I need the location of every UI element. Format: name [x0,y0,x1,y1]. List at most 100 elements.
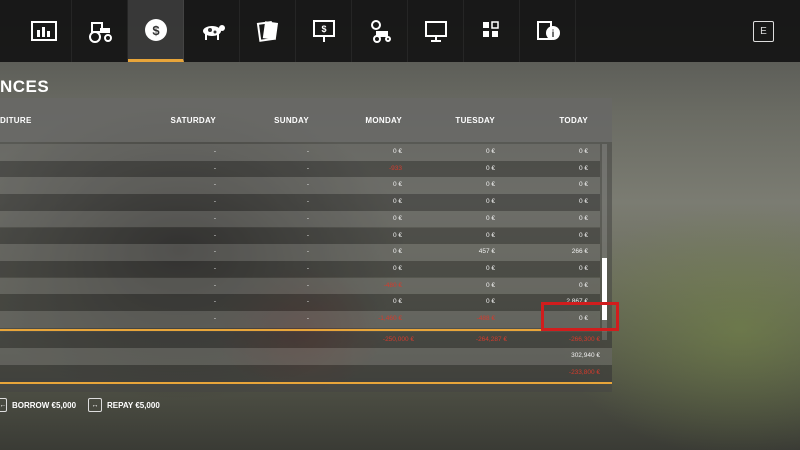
cell-tuesday: 457 € [478,248,495,256]
cell-saturday: - [213,148,216,155]
table-row: - - 0 € 0 € 0 € [0,210,600,228]
tab-help[interactable]: i [520,0,576,62]
cell-monday: 0 € [392,298,402,306]
cell-tuesday: 0 € [485,181,495,189]
borrow-label: BORROW €5,000 [12,400,77,410]
cell-saturday: - [213,214,216,222]
cell-saturday: - [213,198,216,206]
page-title: NCES [0,77,50,96]
tab-production[interactable] [464,0,520,62]
finances-panel: DITURE SATURDAY SUNDAY MONDAY TUESDAY TO… [0,98,612,392]
cell-tuesday: 0 € [485,214,495,222]
repay-button[interactable]: ↔ REPAY €5,000 [88,398,160,412]
repay-label: REPAY €5,000 [107,400,160,410]
price-board-icon: $ [312,20,335,42]
cell-tuesday: 0 € [485,264,495,272]
totals-separator [0,328,612,331]
tab-vehicle-settings[interactable] [352,0,408,62]
table-row: - - -1,460 € -488 €0 € [0,311,600,328]
top-navigation-bar: $ $ i E [0,0,800,62]
borrow-button[interactable]: ← BORROW €5,000 [0,398,76,412]
total-today: -233,800 € [568,369,600,377]
table-row: - - 0 € 457 € 266 € [0,244,600,261]
cell-sunday: - [306,181,309,189]
svg-text:i: i [551,29,554,40]
production-icon [482,21,499,37]
statistics-icon [30,21,57,41]
table-row: - - 0 € 0 € 0 € [0,144,600,161]
tab-prices[interactable]: $ [296,0,352,62]
highlight-box [541,302,619,331]
cell-tuesday: 0 € [485,281,495,289]
cell-sunday: - [306,264,309,272]
table-row: - - 0 € 0 € 0 € [0,227,600,245]
cell-tuesday: 0 € [485,198,495,206]
cell-today: 0 € [578,181,588,189]
table-row: --0 €0 €2,867 € [0,294,600,311]
cell-saturday: - [213,281,216,289]
cell-tuesday: 0 € [485,231,495,239]
vehicle-settings-icon [370,20,391,43]
cell-saturday: - [213,164,216,172]
computer-icon [424,21,447,42]
cell-today: 0 € [578,231,588,239]
column-today: TODAY [559,116,588,125]
cell-monday: 0 € [392,264,402,272]
cell-tuesday: 0 € [485,164,495,172]
cell-saturday: - [213,248,216,256]
svg-text:$: $ [152,23,160,38]
tab-animals[interactable] [184,0,240,62]
cell-monday: 0 € [392,198,402,206]
cell-sunday: - [306,315,309,322]
cell-saturday: - [213,298,216,306]
cell-monday: 0 € [392,181,402,189]
cell-monday: 0 € [392,231,402,239]
cell-sunday: - [306,248,309,256]
cell-monday: 0 € [392,248,402,256]
table-row: - - 0 € 0 € 0 € [0,194,600,211]
cell-today: 0 € [578,198,588,206]
total-today: -266,300 € [568,335,600,343]
table-row: - - -480 € 0 € 0 € [0,277,600,295]
cell-sunday: - [306,164,309,172]
total-today: 302,940 € [571,352,600,360]
table-row: - - -933 0 € 0 € [0,160,600,178]
cell-today: 0 € [578,164,588,172]
cell-tuesday: 0 € [485,148,495,155]
tractor-icon [88,22,112,43]
svg-text:$: $ [321,24,326,34]
cell-today: 0 € [578,214,588,222]
cell-monday: -480 € [383,281,402,289]
cell-today: 266 € [571,248,588,256]
column-monday: MONDAY [365,116,402,125]
cow-icon [202,25,225,40]
contracts-icon [256,20,278,42]
tab-finances[interactable]: $ [128,0,184,62]
tab-contracts[interactable] [240,0,296,62]
tab-computer[interactable] [408,0,464,62]
cell-tuesday: -488 € [476,315,495,322]
cell-monday: 0 € [392,148,402,155]
table-header: DITURE SATURDAY SUNDAY MONDAY TUESDAY TO… [0,98,612,142]
cell-monday: -1,460 € [378,315,402,322]
tab-statistics[interactable] [16,0,72,62]
totals-row: -250,000 € -264,287 € -266,300 € [0,331,612,349]
total-tuesday: -264,287 € [475,335,507,343]
cell-sunday: - [306,281,309,289]
tab-vehicles[interactable] [72,0,128,62]
panel-bottom-border [0,381,612,384]
cell-tuesday: 0 € [485,298,495,306]
help-icon: i [536,21,560,40]
column-tuesday: TUESDAY [455,116,495,125]
exit-key-button[interactable]: E [753,21,774,42]
table-row: - - 0 € 0 € 0 € [0,177,600,194]
cell-monday: -933 [388,164,402,172]
borrow-key-icon: ← [0,398,7,412]
cell-sunday: - [306,298,309,306]
totals-row: -233,800 € [0,365,612,382]
table-row: - - 0 € 0 € 0 € [0,260,600,278]
cell-saturday: - [213,315,216,322]
cell-sunday: - [306,214,309,222]
cell-today: 0 € [578,281,588,289]
cell-sunday: - [306,198,309,206]
